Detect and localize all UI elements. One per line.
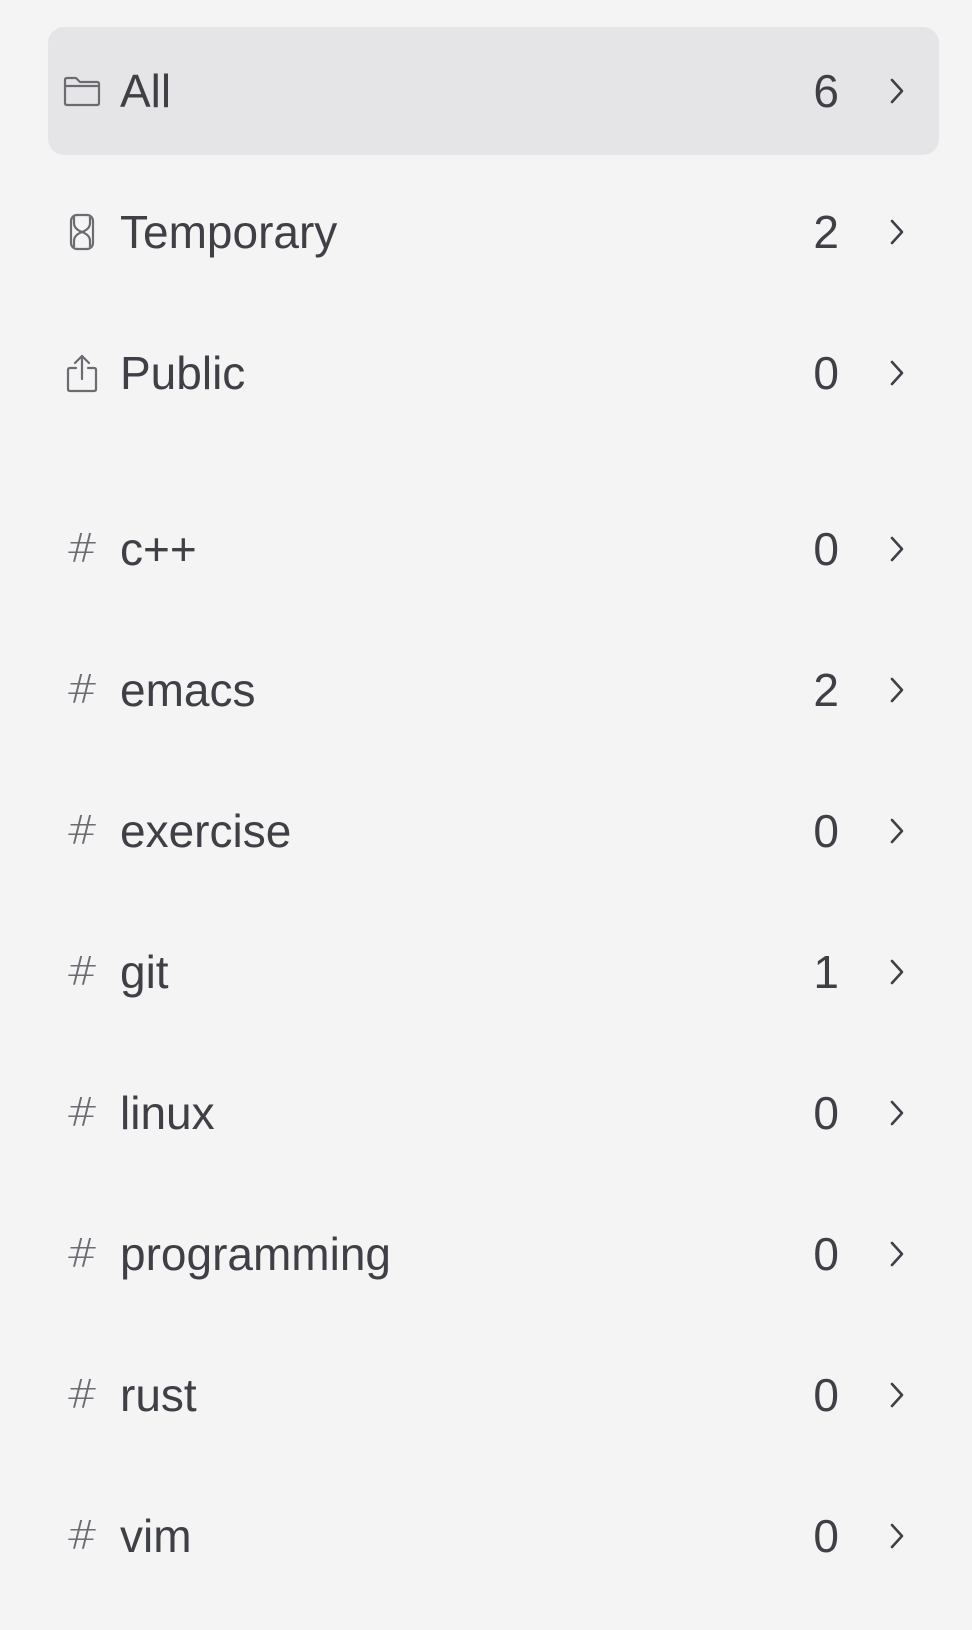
tag-count: 0 <box>813 523 839 575</box>
tag-label: programming <box>120 1228 391 1280</box>
tag-count: 1 <box>813 946 839 998</box>
tag-count: 2 <box>813 664 839 716</box>
tag-label: vim <box>120 1510 192 1562</box>
tag-count: 0 <box>813 805 839 857</box>
chevron-right-icon <box>881 1520 913 1552</box>
item-count: 6 <box>813 65 839 117</box>
tag-item-rust[interactable]: # rust 0 <box>48 1331 939 1459</box>
hash-icon: # <box>65 1513 99 1559</box>
tag-item-emacs[interactable]: # emacs 2 <box>48 626 939 754</box>
sidebar-item-label: All <box>120 65 172 117</box>
tag-label: c++ <box>120 523 197 575</box>
hash-icon: # <box>65 667 99 713</box>
hash-icon: # <box>65 949 99 995</box>
hourglass-icon <box>62 212 102 252</box>
share-icon <box>62 353 102 393</box>
chevron-right-icon <box>881 1238 913 1270</box>
sidebar-item-label: Temporary <box>120 206 338 258</box>
chevron-right-icon <box>881 357 913 389</box>
tag-label: emacs <box>120 664 256 716</box>
chevron-right-icon <box>881 674 913 706</box>
hash-icon: # <box>65 808 99 854</box>
chevron-right-icon <box>881 1097 913 1129</box>
chevron-right-icon <box>881 815 913 847</box>
hash-icon: # <box>65 1090 99 1136</box>
sidebar-item-temporary[interactable]: Temporary 2 <box>48 168 939 296</box>
sidebar-list: All 6 Temporary 2 Public 0 # c++ 0 # ema… <box>48 27 939 1613</box>
tag-item-programming[interactable]: # programming 0 <box>48 1190 939 1318</box>
tag-item-exercise[interactable]: # exercise 0 <box>48 767 939 895</box>
tag-count: 0 <box>813 1369 839 1421</box>
hash-icon: # <box>65 1372 99 1418</box>
chevron-right-icon <box>881 1379 913 1411</box>
hash-icon: # <box>65 1231 99 1277</box>
chevron-right-icon <box>881 956 913 988</box>
tag-count: 0 <box>813 1228 839 1280</box>
item-count: 2 <box>813 206 839 258</box>
tag-item-linux[interactable]: # linux 0 <box>48 1049 939 1177</box>
chevron-right-icon <box>881 216 913 248</box>
chevron-right-icon <box>881 533 913 565</box>
hash-icon: # <box>65 526 99 572</box>
tag-label: linux <box>120 1087 215 1139</box>
sidebar-item-all[interactable]: All 6 <box>48 27 939 155</box>
sidebar-item-label: Public <box>120 347 246 399</box>
chevron-right-icon <box>881 75 913 107</box>
tag-label: rust <box>120 1369 197 1421</box>
tag-label: git <box>120 946 169 998</box>
tag-item-vim[interactable]: # vim 0 <box>48 1472 939 1600</box>
tag-count: 0 <box>813 1510 839 1562</box>
folder-icon <box>62 71 102 111</box>
tag-item-cpp[interactable]: # c++ 0 <box>48 485 939 613</box>
item-count: 0 <box>813 347 839 399</box>
sidebar-item-public[interactable]: Public 0 <box>48 309 939 437</box>
tag-item-git[interactable]: # git 1 <box>48 908 939 1036</box>
tag-label: exercise <box>120 805 292 857</box>
tag-count: 0 <box>813 1087 839 1139</box>
